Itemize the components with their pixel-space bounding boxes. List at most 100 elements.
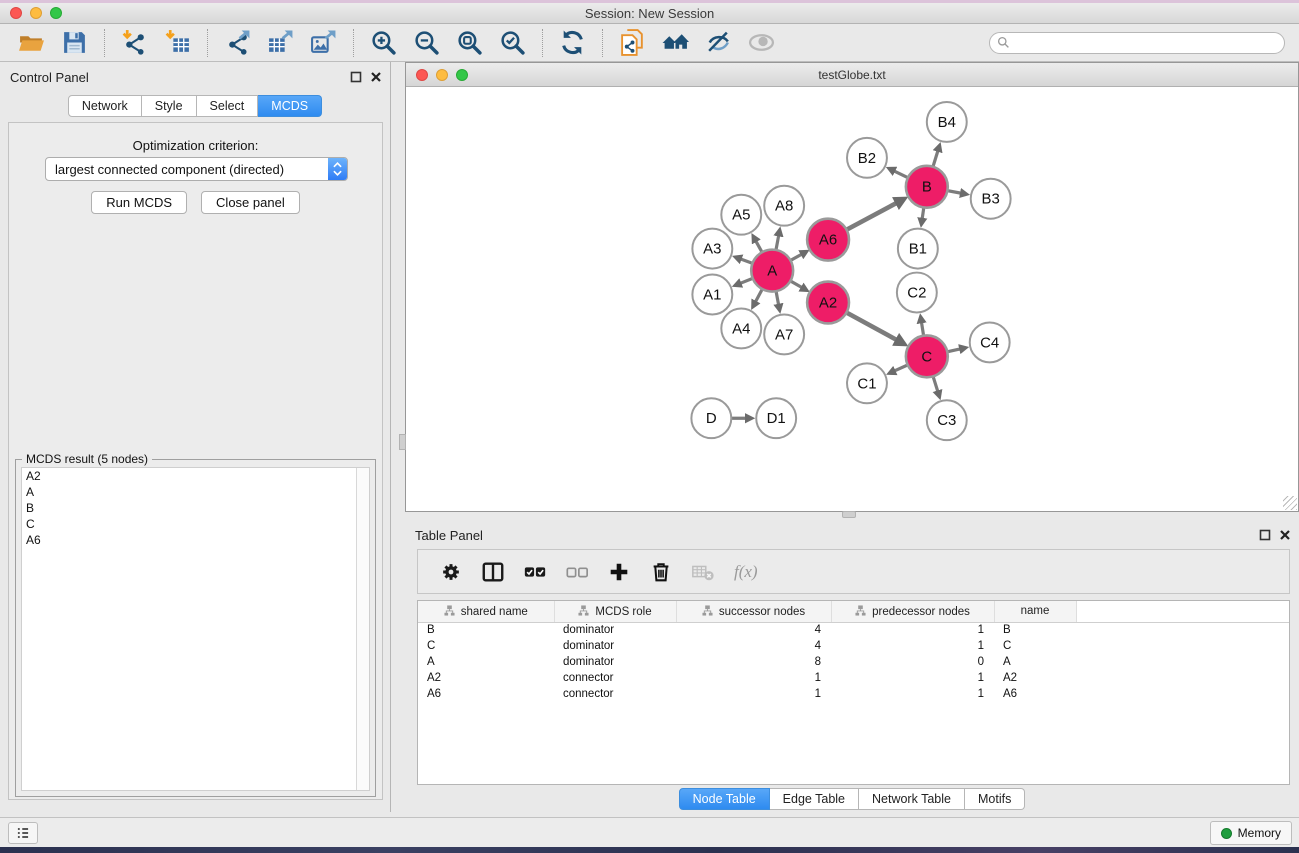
table-cell[interactable]: A2 xyxy=(994,670,1076,686)
horizontal-divider-grip[interactable] xyxy=(842,511,856,518)
table-cell[interactable]: 4 xyxy=(676,622,831,638)
mcds-result-item[interactable]: A xyxy=(22,484,369,500)
table-cell[interactable]: A6 xyxy=(994,686,1076,702)
search-box[interactable] xyxy=(989,32,1285,54)
tab-node-table[interactable]: Node Table xyxy=(679,788,770,810)
search-input[interactable] xyxy=(1010,34,1284,52)
column-type-icon xyxy=(855,605,866,616)
clone-network-icon[interactable] xyxy=(619,29,646,56)
table-cell[interactable]: C xyxy=(418,638,554,654)
mcds-result-title: MCDS result (5 nodes) xyxy=(22,452,152,466)
tab-motifs[interactable]: Motifs xyxy=(965,788,1025,810)
export-table-icon[interactable] xyxy=(267,29,294,56)
table-cell[interactable]: 1 xyxy=(676,670,831,686)
toggle-visibility-icon[interactable] xyxy=(705,29,732,56)
header-filler xyxy=(1076,601,1289,622)
table-cell[interactable]: B xyxy=(994,622,1076,638)
table-cell[interactable]: A2 xyxy=(418,670,554,686)
table-cell[interactable]: dominator xyxy=(554,638,676,654)
resize-grip-icon[interactable] xyxy=(1283,496,1297,510)
network-canvas[interactable]: AA1A3A5A8A4A7A6A2BB2B4B3B1CC2C4C1C3DD1 xyxy=(406,88,1298,511)
table-cell[interactable]: A6 xyxy=(418,686,554,702)
col-header-name[interactable]: name xyxy=(994,601,1076,622)
table-cell[interactable]: 1 xyxy=(831,622,994,638)
column-layout-icon[interactable] xyxy=(481,560,505,584)
close-panel-button[interactable]: Close panel xyxy=(201,191,300,214)
run-mcds-button[interactable]: Run MCDS xyxy=(91,191,187,214)
mcds-result-item[interactable]: A2 xyxy=(22,468,369,484)
refresh-icon[interactable] xyxy=(559,29,586,56)
save-session-icon[interactable] xyxy=(61,29,88,56)
deselect-all-checkbox-icon[interactable] xyxy=(565,560,589,584)
home-view-icon[interactable] xyxy=(662,29,689,56)
result-scrollbar[interactable] xyxy=(356,468,369,790)
add-column-icon[interactable] xyxy=(607,560,631,584)
table-panel-header: Table Panel xyxy=(405,520,1299,548)
mcds-result-box: MCDS result (5 nodes) A2ABCA6 xyxy=(15,459,376,797)
table-cell[interactable]: connector xyxy=(554,686,676,702)
memory-button[interactable]: Memory xyxy=(1210,821,1292,845)
table-row[interactable]: Bdominator41B xyxy=(418,622,1289,638)
table-cell[interactable]: dominator xyxy=(554,654,676,670)
delete-column-icon[interactable] xyxy=(649,560,673,584)
table-cell[interactable]: dominator xyxy=(554,622,676,638)
tab-edge-table[interactable]: Edge Table xyxy=(770,788,859,810)
table-cell[interactable]: 1 xyxy=(831,638,994,654)
col-header-successor-nodes[interactable]: successor nodes xyxy=(676,601,831,622)
tab-network[interactable]: Network xyxy=(68,95,142,117)
import-network-icon[interactable] xyxy=(121,29,148,56)
table-cell[interactable]: 1 xyxy=(831,686,994,702)
table-cell[interactable]: 4 xyxy=(676,638,831,654)
table-cell[interactable]: A xyxy=(418,654,554,670)
table-cell[interactable]: 8 xyxy=(676,654,831,670)
col-header-shared-name[interactable]: shared name xyxy=(418,601,554,622)
table-settings-gear-icon[interactable] xyxy=(439,560,463,584)
mcds-result-item[interactable]: A6 xyxy=(22,532,369,548)
export-image-icon[interactable] xyxy=(310,29,337,56)
tab-mcds[interactable]: MCDS xyxy=(258,95,322,117)
mcds-result-item[interactable]: C xyxy=(22,516,369,532)
table-cell[interactable]: 0 xyxy=(831,654,994,670)
export-network-icon[interactable] xyxy=(224,29,251,56)
zoom-selected-icon[interactable] xyxy=(499,29,526,56)
graph-node-label: B3 xyxy=(982,191,1000,208)
table-cell[interactable]: A xyxy=(994,654,1076,670)
table-row[interactable]: A2connector11A2 xyxy=(418,670,1289,686)
tab-select[interactable]: Select xyxy=(197,95,259,117)
select-all-checkbox-icon[interactable] xyxy=(523,560,547,584)
tab-style[interactable]: Style xyxy=(142,95,197,117)
main-toolbar xyxy=(0,24,1299,62)
mcds-result-list[interactable]: A2ABCA6 xyxy=(21,467,370,791)
tab-network-table[interactable]: Network Table xyxy=(859,788,965,810)
table-row[interactable]: Adominator80A xyxy=(418,654,1289,670)
row-filler xyxy=(1076,622,1289,638)
graph-node-label: A5 xyxy=(732,207,750,224)
table-cell[interactable]: connector xyxy=(554,670,676,686)
table-cell[interactable]: C xyxy=(994,638,1076,654)
table-row[interactable]: A6connector11A6 xyxy=(418,686,1289,702)
col-header-predecessor-nodes[interactable]: predecessor nodes xyxy=(831,601,994,622)
criterion-dropdown-value: largest connected component (directed) xyxy=(46,162,328,177)
row-filler xyxy=(1076,654,1289,670)
zoom-out-icon[interactable] xyxy=(413,29,440,56)
graph-node-label: A4 xyxy=(732,320,750,337)
close-table-panel-icon[interactable] xyxy=(1279,529,1291,541)
import-table-icon[interactable] xyxy=(164,29,191,56)
open-session-icon[interactable] xyxy=(18,29,45,56)
float-table-panel-icon[interactable] xyxy=(1259,529,1271,541)
table-cell[interactable]: 1 xyxy=(831,670,994,686)
float-panel-icon[interactable] xyxy=(350,71,362,83)
vertical-divider-grip[interactable] xyxy=(399,434,406,450)
zoom-in-icon[interactable] xyxy=(370,29,397,56)
table-cell[interactable]: 1 xyxy=(676,686,831,702)
close-panel-icon[interactable] xyxy=(370,71,382,83)
task-history-button[interactable] xyxy=(8,822,38,844)
col-header-mcds-role[interactable]: MCDS role xyxy=(554,601,676,622)
zoom-fit-icon[interactable] xyxy=(456,29,483,56)
criterion-dropdown[interactable]: largest connected component (directed) xyxy=(45,157,348,181)
task-list-icon xyxy=(15,825,31,841)
table-cell[interactable]: B xyxy=(418,622,554,638)
table-panel: Table Panel f(x) shared name MCDS role s… xyxy=(405,520,1299,812)
table-row[interactable]: Cdominator41C xyxy=(418,638,1289,654)
mcds-result-item[interactable]: B xyxy=(22,500,369,516)
